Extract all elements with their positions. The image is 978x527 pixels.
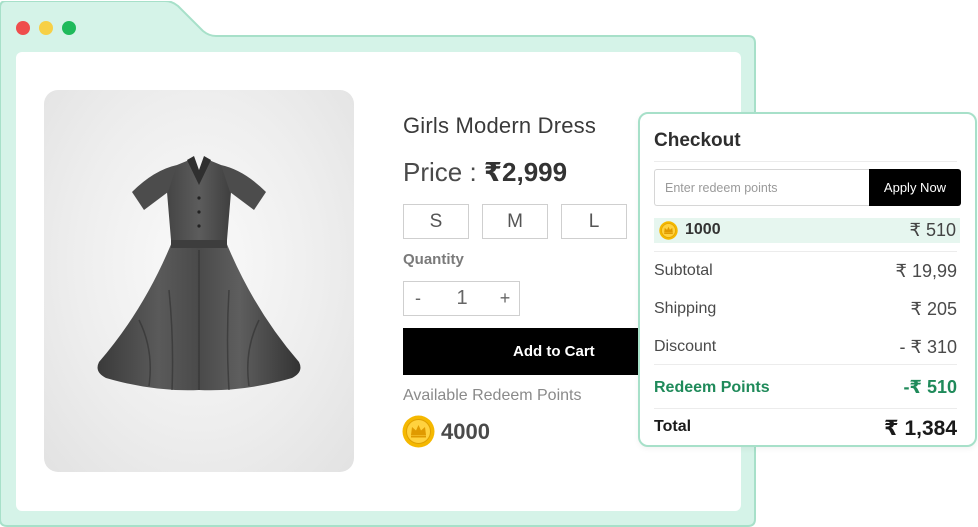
size-button-s[interactable]: S xyxy=(403,204,469,239)
divider xyxy=(654,364,957,365)
redeem-points-label: Available Redeem Points xyxy=(403,387,582,404)
subtotal-label: Subtotal xyxy=(654,262,713,279)
shipping-value: ₹ 205 xyxy=(910,299,958,319)
coin-crown-icon xyxy=(402,415,435,448)
quantity-increment-button[interactable]: + xyxy=(491,282,519,314)
checkout-title: Checkout xyxy=(654,130,741,151)
maximize-dot[interactable] xyxy=(62,21,76,35)
discount-label: Discount xyxy=(654,338,717,355)
quantity-value[interactable]: 1 xyxy=(432,282,492,314)
product-title: Girls Modern Dress xyxy=(403,113,597,138)
product-image xyxy=(44,90,354,472)
price-value: ₹2,999 xyxy=(483,157,568,187)
size-button-l[interactable]: L xyxy=(561,204,627,239)
page: Girls Modern Dress Price : ₹2,999 S M L … xyxy=(0,0,978,527)
product-price: Price : ₹2,999 xyxy=(403,157,567,188)
minimize-dot[interactable] xyxy=(39,21,53,35)
quantity-stepper: - 1 + xyxy=(403,281,520,316)
close-dot[interactable] xyxy=(16,21,30,35)
dress-icon xyxy=(97,156,301,391)
total-value: ₹ 1,384 xyxy=(884,417,957,440)
applied-points-row: 1000 ₹ 510 xyxy=(654,218,960,243)
divider xyxy=(654,161,957,162)
size-button-m[interactable]: M xyxy=(482,204,548,239)
applied-points-amount: ₹ 510 xyxy=(909,220,957,240)
redeem-points-row-value: -₹ 510 xyxy=(903,377,957,397)
subtotal-value: ₹ 19,99 xyxy=(895,261,958,281)
add-to-cart-label: Add to Cart xyxy=(513,343,595,360)
shipping-label: Shipping xyxy=(654,300,717,317)
apply-now-button[interactable]: Apply Now xyxy=(869,169,961,206)
total-label: Total xyxy=(654,418,692,435)
checkout-panel: Checkout Apply Now 1000 ₹ 510 Subtotal ₹… xyxy=(638,112,977,447)
redeem-points-row-label: Redeem Points xyxy=(654,379,770,396)
divider xyxy=(654,408,957,409)
discount-value: - ₹ 310 xyxy=(899,337,957,357)
price-label: Price : xyxy=(403,157,477,187)
applied-points-value: 1000 xyxy=(685,221,721,238)
divider xyxy=(654,251,957,252)
quantity-decrement-button[interactable]: - xyxy=(404,282,432,314)
redeem-points-value: 4000 xyxy=(441,419,490,444)
quantity-label: Quantity xyxy=(403,251,464,268)
coin-crown-icon xyxy=(659,221,678,240)
redeem-points-input[interactable] xyxy=(654,169,870,206)
